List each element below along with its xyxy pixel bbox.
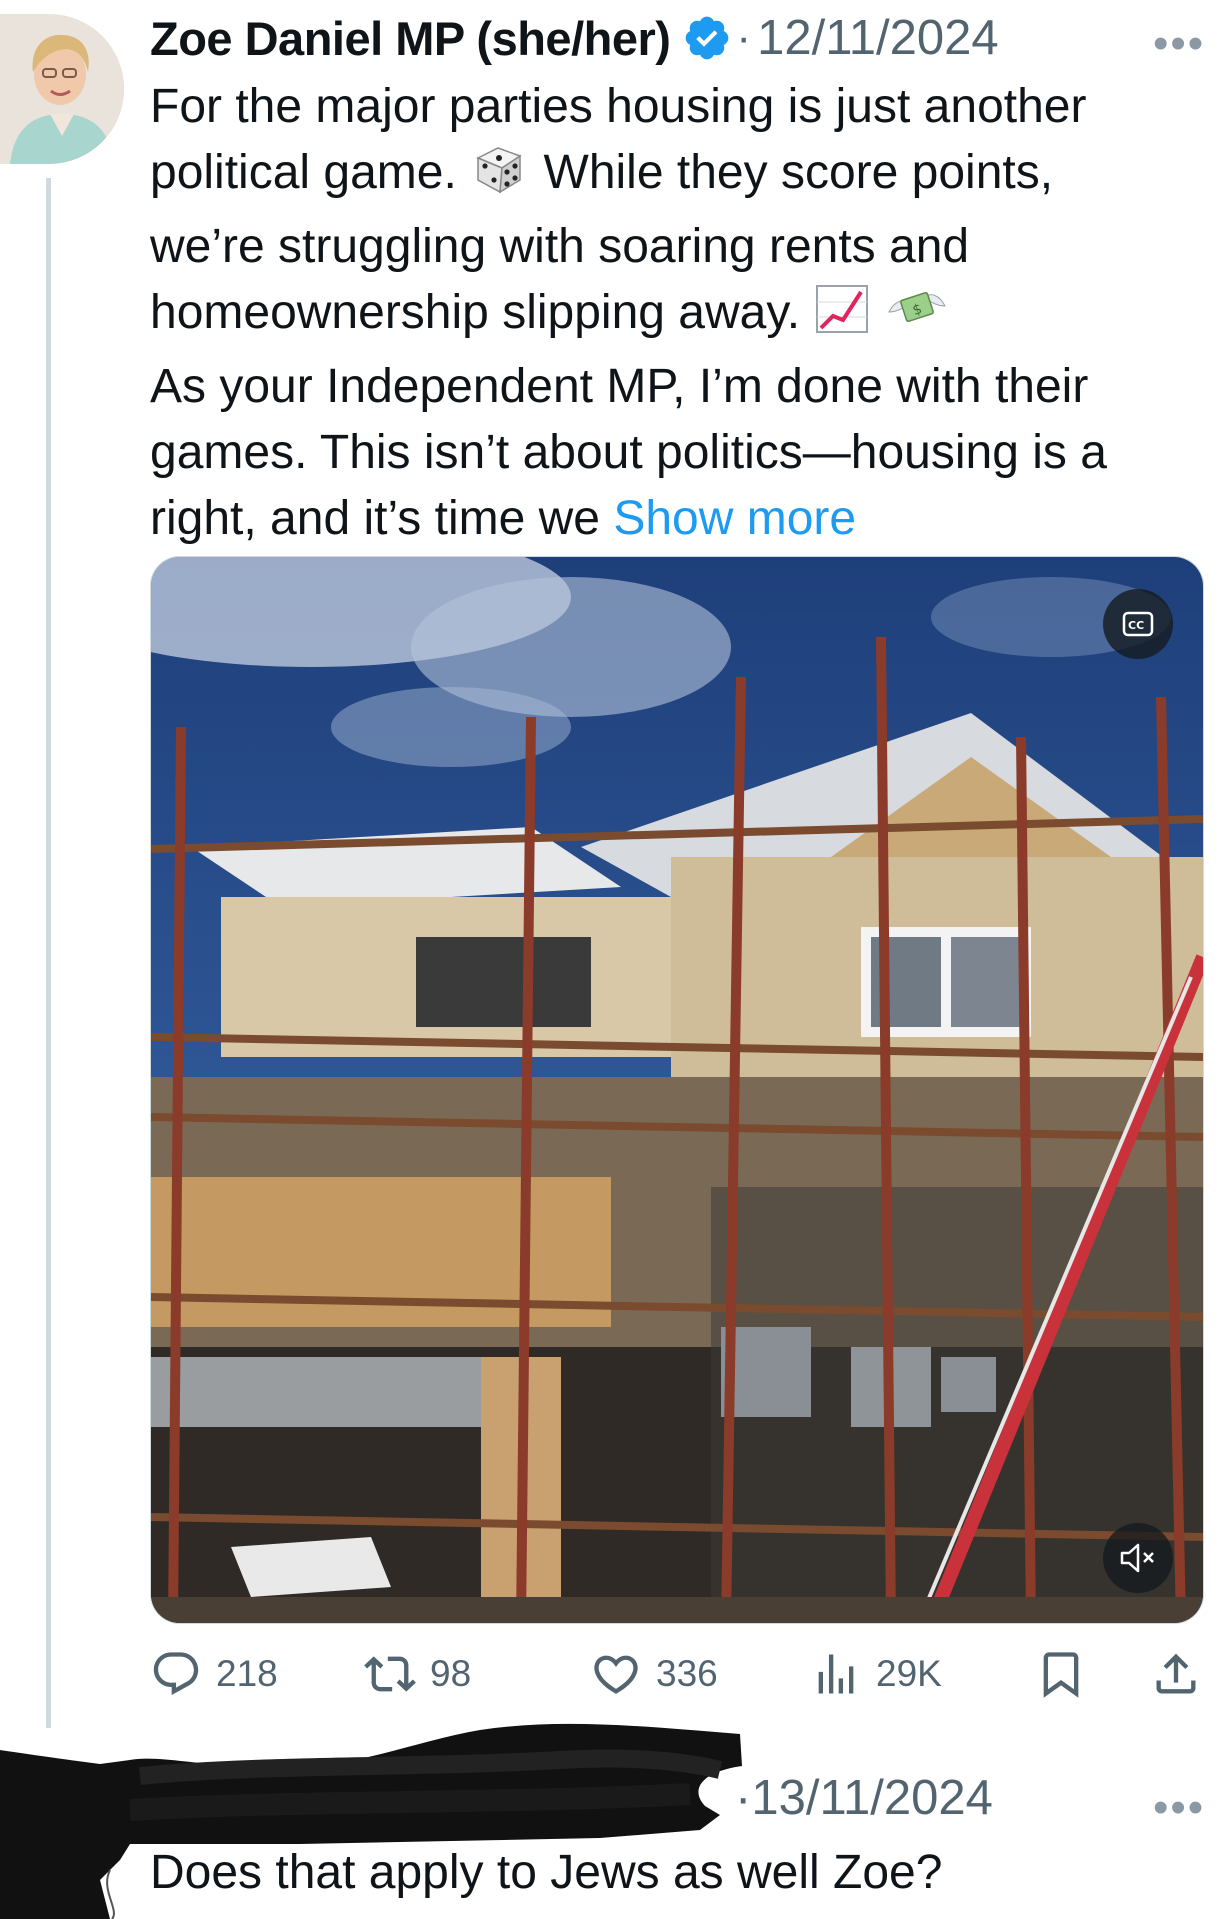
tweet-body: For the major parties housing is just an… (150, 74, 1200, 552)
tweet-line: While they score points, (543, 146, 1054, 199)
muted-speaker-icon (1119, 1541, 1157, 1575)
bookmark-icon (1043, 1652, 1079, 1698)
reply-icon (153, 1652, 199, 1696)
repost-count: 98 (430, 1653, 472, 1694)
tweet-video[interactable]: CC (150, 556, 1204, 1624)
tweet-line: we’re struggling with soaring rents and (150, 220, 970, 273)
video-frame-construction-site (151, 557, 1203, 1623)
tweet-header: Zoe Daniel MP (she/her) · 12/11/2024 (150, 8, 999, 68)
repost-button[interactable]: 98 (364, 1648, 471, 1700)
tweet-line: As your Independent MP, I’m done with th… (150, 360, 1089, 413)
reply-date[interactable]: ·13/11/2024 (735, 1770, 993, 1826)
tweet-line: For the major parties housing is just an… (150, 80, 1087, 133)
like-count: 336 (656, 1653, 718, 1694)
unmute-button[interactable] (1103, 1523, 1173, 1593)
heart-icon (594, 1655, 638, 1694)
header-separator: · (736, 13, 752, 62)
thread-connector-line (46, 178, 51, 1728)
tweet-line: political game. (150, 146, 457, 199)
views-count: 29K (876, 1653, 942, 1694)
reply-count: 218 (216, 1653, 278, 1694)
reply-button[interactable]: 218 (150, 1648, 278, 1700)
author-avatar[interactable] (0, 14, 124, 164)
show-more-link[interactable]: Show more (613, 492, 856, 545)
tweet-line: games. This isn’t about politics—housing… (150, 426, 1107, 479)
dice-emoji-icon (470, 142, 530, 214)
bookmark-button[interactable] (1035, 1648, 1101, 1700)
author-name[interactable]: Zoe Daniel MP (she/her) (150, 11, 671, 66)
svg-text:CC: CC (1128, 619, 1144, 632)
tweet-line: right, and it’s time we (150, 492, 600, 545)
money-with-wings-emoji-icon: $ (885, 282, 949, 354)
tweet-more-menu-icon[interactable]: ••• (1153, 22, 1205, 66)
tweet-line: homeownership slipping away. (150, 286, 801, 339)
reply-body: Does that apply to Jews as well Zoe? (150, 1846, 943, 1899)
views-button[interactable]: 29K (810, 1648, 942, 1700)
reply-more-menu-icon[interactable]: ••• (1153, 1786, 1205, 1830)
like-button[interactable]: 336 (590, 1648, 718, 1700)
verified-badge-icon (682, 13, 732, 63)
share-icon (1156, 1653, 1196, 1694)
closed-captions-icon: CC (1122, 611, 1154, 637)
reply-tweet: ·13/11/2024 ••• Does that apply to Jews … (0, 1720, 1231, 1919)
views-bar-chart-icon (818, 1654, 854, 1694)
chart-increasing-emoji-icon (813, 282, 871, 354)
tweet-date[interactable]: 12/11/2024 (757, 10, 999, 66)
closed-captions-button[interactable]: CC (1103, 589, 1173, 659)
repost-icon (364, 1656, 416, 1692)
reply-date-separator: · (735, 1771, 752, 1825)
reply-date-text: 13/11/2024 (751, 1771, 993, 1825)
tweet-action-bar: 218 98 336 29K (150, 1648, 1210, 1708)
share-button[interactable] (1150, 1648, 1216, 1700)
